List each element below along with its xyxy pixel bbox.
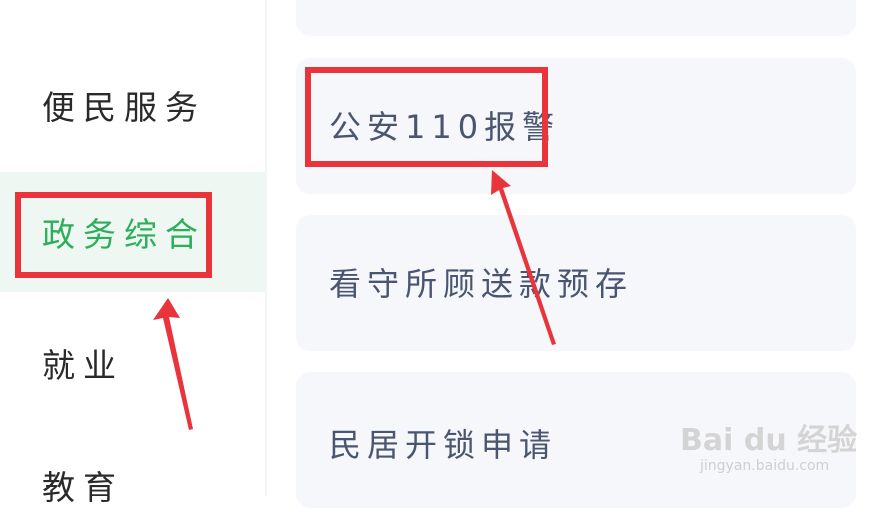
highlight-box-police [305, 67, 548, 167]
highlight-box-government [15, 192, 212, 278]
sidebar-item-convenience[interactable]: 便民服务 [0, 60, 265, 150]
watermark-url: jingyan.baidu.com [700, 458, 830, 474]
watermark-logo: Bai du 经验 [680, 423, 858, 458]
sidebar-item-label: 教育 [42, 468, 124, 507]
sidebar-item-education[interactable]: 教育 [0, 440, 265, 530]
service-card-label: 看守所顾送款预存 [329, 265, 634, 303]
service-card-label: 民居开锁申请 [329, 426, 558, 464]
service-card-detention-deposit[interactable]: 看守所顾送款预存 [296, 215, 856, 351]
sidebar-item-label: 就业 [42, 346, 124, 385]
service-card[interactable] [296, 0, 856, 36]
sidebar-item-label: 便民服务 [42, 88, 206, 127]
sidebar-item-employment[interactable]: 就业 [0, 318, 265, 408]
